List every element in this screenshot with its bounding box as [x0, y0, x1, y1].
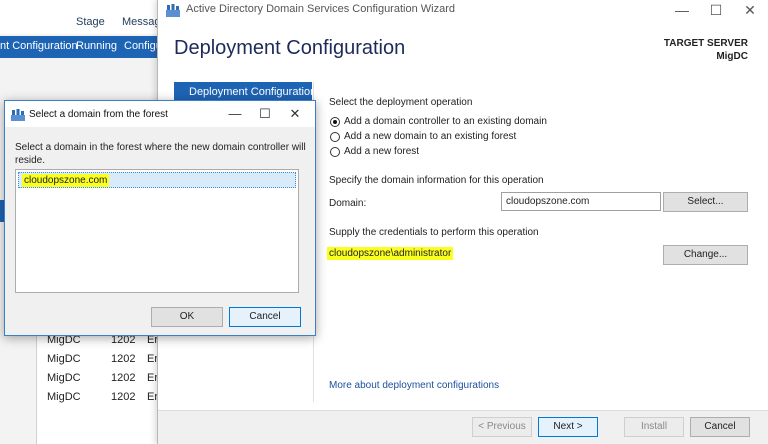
dialog-maximize-button[interactable]: ☐ [253, 105, 277, 123]
server-manager-icon [166, 4, 180, 17]
dialog-description: Select a domain in the forest where the … [15, 142, 306, 166]
change-credentials-button[interactable]: Change... [663, 245, 748, 265]
next-button[interactable]: Next > [538, 417, 598, 437]
dialog-cancel-button[interactable]: Cancel [229, 307, 301, 327]
table-row[interactable]: MigDC 1202 Erro [47, 353, 168, 365]
wizard-title: Active Directory Domain Services Configu… [186, 3, 455, 15]
cell-id: 1202 [111, 372, 136, 384]
cell-id: 1202 [111, 391, 136, 403]
cell-server: MigDC [47, 353, 81, 365]
page-title: Deployment Configuration [174, 37, 406, 59]
domain-info-label: Specify the domain information for this … [329, 175, 544, 186]
radio-add-domain-existing-forest[interactable] [330, 132, 340, 142]
dialog-minimize-button[interactable]: — [223, 105, 247, 123]
table-row[interactable]: MigDC 1202 Erro [47, 372, 168, 384]
dialog-titlebar[interactable]: Select a domain from the forest — ☐ ✕ [5, 101, 315, 127]
task-column-running[interactable]: Running [76, 40, 117, 52]
target-server-block: TARGET SERVER MigDC [664, 37, 748, 63]
radio-add-new-forest[interactable] [330, 147, 340, 157]
domain-label: Domain: [329, 198, 367, 209]
wizard-footer: < Previous Next > Install Cancel [158, 410, 768, 444]
previous-button[interactable]: < Previous [472, 417, 532, 437]
option-label[interactable]: Add a new forest [344, 146, 419, 157]
maximize-button[interactable]: ☐ [698, 0, 734, 22]
ok-button[interactable]: OK [151, 307, 223, 327]
domain-list-item-label: cloudopszone.com [22, 174, 110, 187]
dialog-close-button[interactable]: ✕ [283, 105, 307, 123]
cell-server: MigDC [47, 391, 81, 403]
option-label[interactable]: Add a domain controller to an existing d… [344, 116, 547, 127]
operation-label: Select the deployment operation [329, 97, 473, 108]
background-tab-strip: Stage Messag [0, 0, 161, 34]
cancel-button[interactable]: Cancel [690, 417, 750, 437]
domain-list-item[interactable]: cloudopszone.com [18, 172, 296, 188]
target-server-value: MigDC [716, 51, 748, 62]
background-task-bar: nt Configuration Running Configu [0, 36, 162, 58]
cell-id: 1202 [111, 353, 136, 365]
minimize-button[interactable]: — [664, 0, 700, 22]
install-button[interactable]: Install [624, 417, 684, 437]
wizard-titlebar[interactable]: Active Directory Domain Services Configu… [158, 0, 768, 22]
domain-field[interactable]: cloudopszone.com [501, 192, 661, 211]
option-label[interactable]: Add a new domain to an existing forest [344, 131, 516, 142]
dialog-title: Select a domain from the forest [29, 109, 168, 120]
tab-stage[interactable]: Stage [76, 16, 105, 28]
select-domain-dialog: Select a domain from the forest — ☐ ✕ Se… [4, 100, 316, 336]
select-domain-button[interactable]: Select... [663, 192, 748, 212]
cell-server: MigDC [47, 372, 81, 384]
close-button[interactable]: ✕ [732, 0, 768, 22]
radio-add-dc-existing-domain[interactable] [330, 117, 340, 127]
more-deployment-link[interactable]: More about deployment configurations [329, 380, 499, 391]
tab-messages[interactable]: Messag [122, 16, 161, 28]
task-column-configuration[interactable]: nt Configuration [0, 40, 78, 52]
domain-list[interactable]: cloudopszone.com [15, 169, 299, 293]
background-event-list: MigDC 1202 Erro MigDC 1202 Erro MigDC 12… [36, 320, 168, 444]
credentials-label: Supply the credentials to perform this o… [329, 227, 539, 238]
server-manager-icon [11, 109, 25, 121]
table-row[interactable]: MigDC 1202 Erro [47, 391, 168, 403]
credentials-value: cloudopszone\administrator [327, 247, 454, 260]
target-server-label: TARGET SERVER [663, 38, 748, 49]
